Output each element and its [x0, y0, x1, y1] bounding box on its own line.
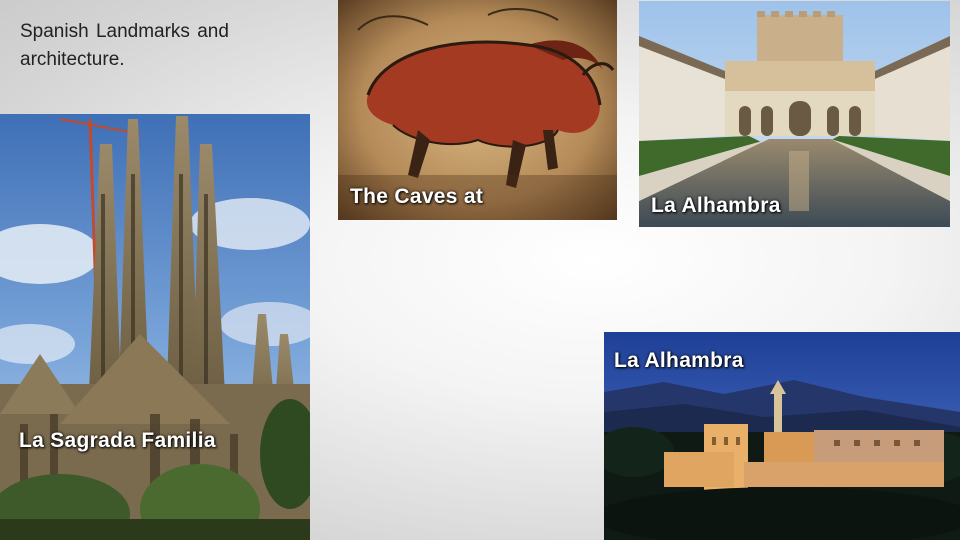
slide-title: Spanish Landmarks and architecture. [20, 21, 229, 70]
sagrada-familia-photo[interactable]: La Sagrada Familia [0, 114, 310, 540]
alhambra-courtyard-photo[interactable]: La Alhambra [639, 1, 950, 227]
alhambra-night-caption: La Alhambra [614, 349, 744, 372]
caves-caption: The Caves at [350, 185, 484, 208]
sagrada-familia-caption: La Sagrada Familia [19, 429, 216, 452]
alhambra-courtyard-caption: La Alhambra [651, 194, 781, 217]
alhambra-night-photo[interactable]: La Alhambra [604, 332, 960, 540]
sagrada-familia-image [0, 114, 310, 540]
caves-photo[interactable]: The Caves at [338, 0, 617, 220]
